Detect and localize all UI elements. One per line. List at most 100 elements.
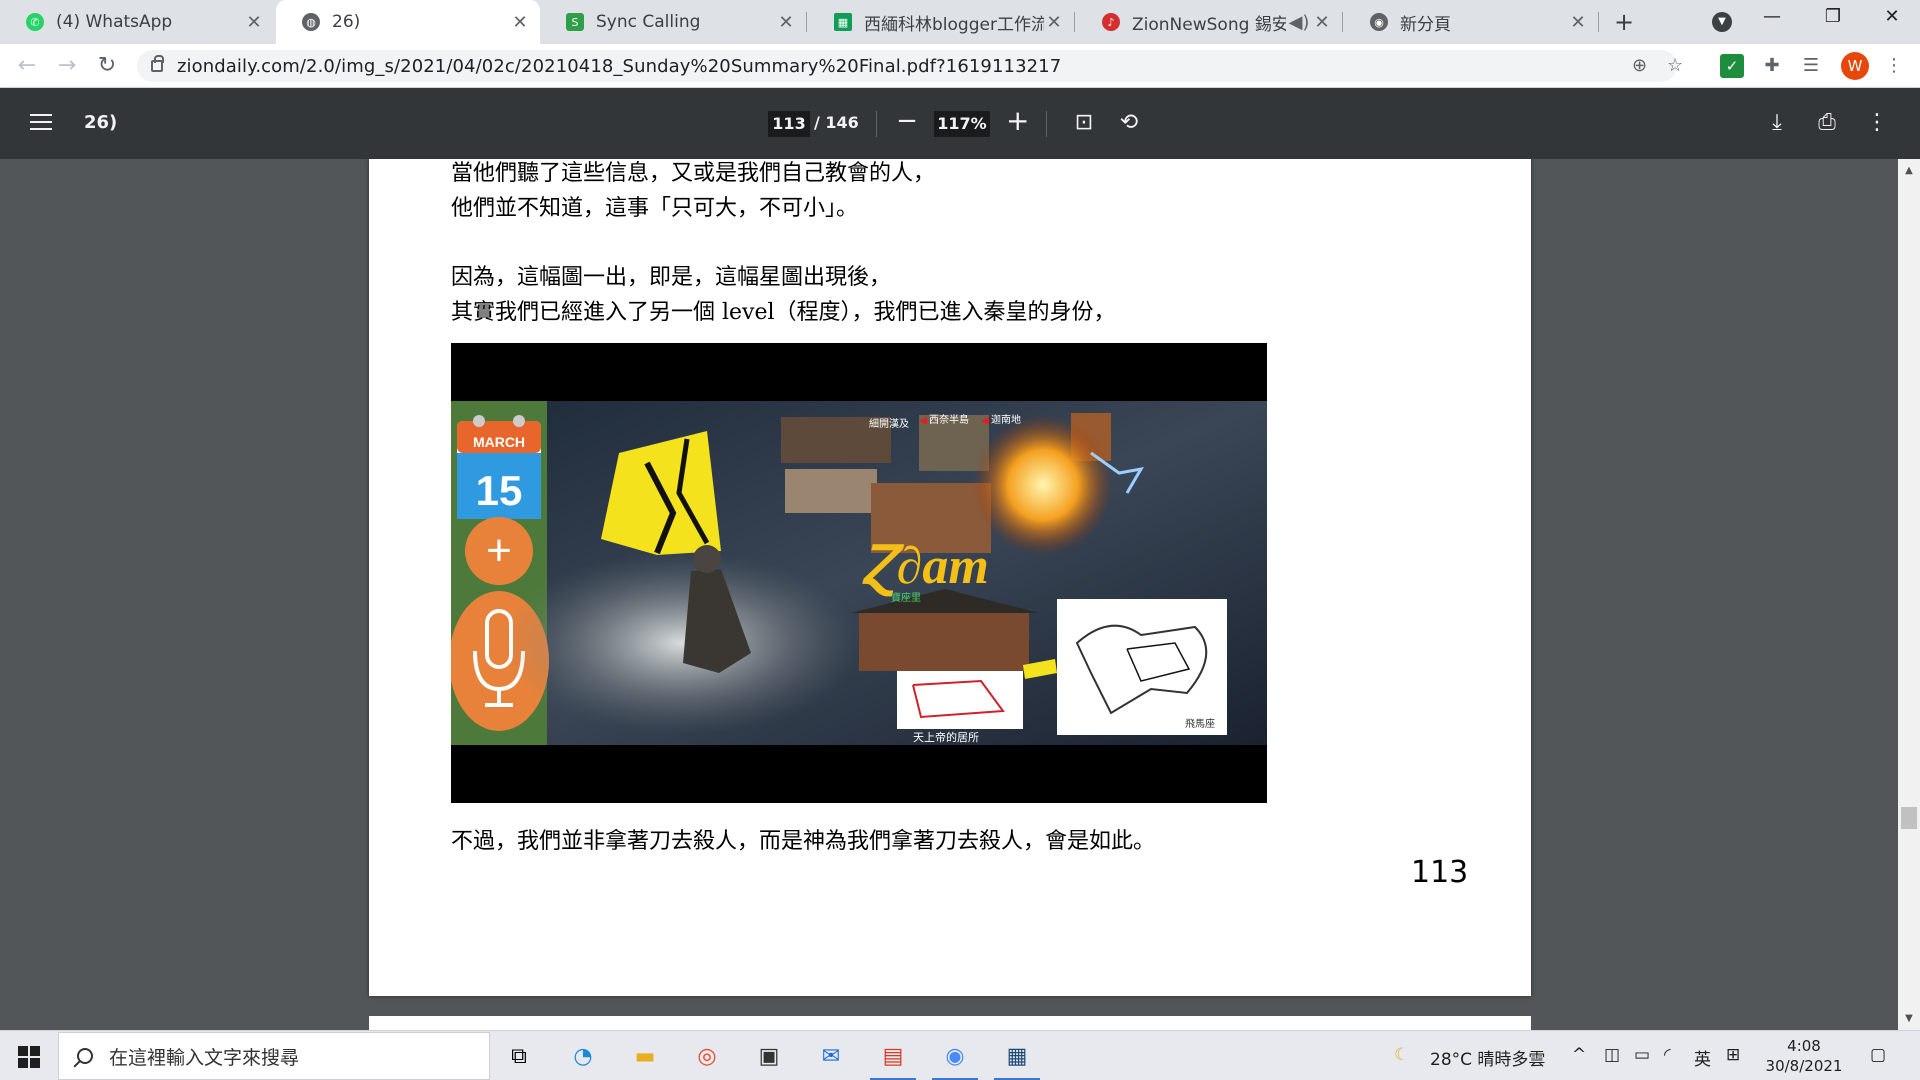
close-window-button[interactable]: ✕ bbox=[1872, 6, 1912, 27]
forward-button[interactable]: → bbox=[54, 53, 80, 79]
reload-button[interactable]: ↻ bbox=[94, 53, 120, 79]
page-number-input[interactable]: 113 bbox=[768, 111, 810, 137]
omnibox[interactable]: ziondaily.com/2.0/img_s/2021/04/02c/2021… bbox=[137, 50, 1683, 82]
zoom-in-button[interactable]: + bbox=[1006, 104, 1029, 137]
zoom-out-button[interactable]: − bbox=[896, 106, 918, 136]
clock-time: 4:08 bbox=[1787, 1037, 1821, 1055]
tab-zion-new-song[interactable]: ♪ ZionNewSong 錫安新 ◀) ✕ bbox=[1076, 0, 1342, 44]
back-button[interactable]: ← bbox=[14, 53, 40, 79]
store-icon[interactable]: ▣ bbox=[752, 1039, 786, 1073]
scroll-thumb[interactable] bbox=[1901, 807, 1917, 829]
tray-overflow-icon[interactable]: ^ bbox=[1572, 1045, 1586, 1065]
pdf-page: 當他們聽了這些信息，又或是我們自己教會的人， 他們並不知道，這事「只可大，不可小… bbox=[369, 159, 1531, 996]
document-title: 26) bbox=[84, 112, 118, 133]
ime-indicator[interactable]: 英 bbox=[1694, 1045, 1711, 1070]
fit-to-page-icon[interactable]: ⊡ bbox=[1071, 110, 1097, 135]
speaker-icon[interactable]: ◀) bbox=[1286, 12, 1312, 33]
menu-icon[interactable] bbox=[30, 114, 52, 132]
search-icon bbox=[77, 1048, 93, 1064]
reading-list-icon[interactable]: ☰ bbox=[1799, 54, 1823, 78]
paragraph-line: 當他們聽了這些信息，又或是我們自己教會的人， bbox=[451, 161, 936, 186]
more-options-icon[interactable]: ⋮ bbox=[1864, 110, 1890, 135]
search-placeholder: 在這裡輸入文字來搜尋 bbox=[109, 1046, 300, 1069]
zoom-level-input[interactable]: 117% bbox=[934, 111, 990, 137]
rotate-icon[interactable]: ⟲ bbox=[1116, 110, 1142, 135]
tab-search-icon[interactable]: ▼ bbox=[1712, 12, 1732, 32]
page-number-label: 113 bbox=[1411, 855, 1469, 890]
notification-icon[interactable]: ▢ bbox=[1870, 1045, 1886, 1065]
scroll-up-arrow[interactable]: ▲ bbox=[1898, 165, 1920, 176]
tab-label: 新分頁 bbox=[1400, 14, 1451, 35]
url-text[interactable]: ziondaily.com/2.0/img_s/2021/04/02c/2021… bbox=[177, 56, 1061, 77]
edge-icon[interactable]: ◔ bbox=[566, 1039, 600, 1073]
page-total: / 146 bbox=[814, 113, 859, 132]
paragraph-line: 其實我們已經進入了另一個 level（程度），我們已進入秦皇的身份， bbox=[451, 300, 1116, 325]
tab-strip: ✆ (4) WhatsApp ✕ ◍ 26) ✕ S Sync Calling … bbox=[0, 0, 1920, 44]
figure-label: 寶座里 bbox=[891, 591, 921, 604]
tab-sync-calling[interactable]: S Sync Calling ✕ bbox=[540, 0, 806, 44]
figure-label: 迦南地 bbox=[991, 413, 1021, 426]
chrome-menu-icon[interactable]: ⋮ bbox=[1882, 54, 1906, 78]
taskbar-clock[interactable]: 4:08 30/8/2021 bbox=[1762, 1036, 1846, 1076]
close-icon[interactable]: ✕ bbox=[1044, 12, 1064, 33]
toolbar-separator bbox=[876, 111, 877, 137]
calculator-icon[interactable]: ▦ bbox=[994, 1039, 1040, 1080]
figure-label: 天上帝的居所 bbox=[913, 730, 979, 744]
ime-mode-icon[interactable]: ⊞ bbox=[1726, 1045, 1740, 1065]
close-icon[interactable]: ✕ bbox=[244, 12, 264, 33]
tab-separator bbox=[1342, 12, 1343, 32]
print-icon[interactable]: ⎙ bbox=[1814, 110, 1840, 135]
minimize-button[interactable]: — bbox=[1752, 6, 1792, 27]
close-icon[interactable]: ✕ bbox=[1312, 12, 1332, 33]
close-icon[interactable]: ✕ bbox=[1568, 12, 1588, 33]
weather-text[interactable]: 28°C 晴時多雲 bbox=[1430, 1045, 1545, 1070]
wifi-icon[interactable]: ◜ bbox=[1664, 1045, 1671, 1065]
profile-avatar[interactable]: W bbox=[1841, 52, 1869, 80]
pdf-viewer[interactable]: 當他們聽了這些信息，又或是我們自己教會的人， 他們並不知道，這事「只可大，不可小… bbox=[0, 159, 1920, 1030]
meet-now-icon[interactable]: ◫ bbox=[1604, 1045, 1620, 1065]
svg-text:Ɀ∂ɑm: Ɀ∂ɑm bbox=[861, 538, 989, 597]
tab-label: ZionNewSong 錫安新 bbox=[1132, 14, 1286, 35]
tab-label: (4) WhatsApp bbox=[56, 12, 173, 32]
toolbar-separator bbox=[1046, 111, 1047, 137]
tab-label: Sync Calling bbox=[596, 12, 701, 32]
battery-icon[interactable]: ▭ bbox=[1634, 1045, 1650, 1065]
globe-icon: ◍ bbox=[302, 13, 320, 31]
tab-sheets[interactable]: ▦ 西緬科林blogger工作流程 ✕ bbox=[808, 0, 1074, 44]
weather-icon[interactable]: ☾ bbox=[1394, 1045, 1409, 1065]
bookmark-star-icon[interactable]: ☆ bbox=[1667, 55, 1683, 76]
tab-whatsapp[interactable]: ✆ (4) WhatsApp ✕ bbox=[0, 0, 274, 44]
taskbar-app-icon[interactable]: ▤ bbox=[870, 1039, 916, 1080]
lock-icon bbox=[151, 55, 164, 72]
restore-button[interactable]: ❐ bbox=[1813, 6, 1853, 27]
tab-separator bbox=[806, 12, 807, 32]
windows-start-icon[interactable] bbox=[18, 1046, 40, 1068]
paragraph-line: 不過，我們並非拿著刀去殺人，而是神為我們拿著刀去殺人，會是如此。 bbox=[451, 829, 1156, 854]
svg-text:+: + bbox=[486, 526, 512, 575]
scroll-down-arrow[interactable]: ▼ bbox=[1898, 1013, 1920, 1024]
star-map-collage: MARCH 15 + Ɀ∂ɑm 細開漢及 西奈半島 迦南地 寶座里 天上帝的居所… bbox=[451, 401, 1267, 745]
download-icon[interactable]: ⤓ bbox=[1764, 110, 1790, 135]
vertical-scrollbar[interactable]: ▲ ▼ bbox=[1898, 159, 1920, 1030]
extension-check-icon[interactable]: ✓ bbox=[1720, 54, 1744, 78]
chrome-icon: ◉ bbox=[1370, 13, 1388, 31]
mail-icon[interactable]: ✉ bbox=[814, 1039, 848, 1073]
chrome-taskbar-icon[interactable]: ◉ bbox=[932, 1039, 978, 1080]
file-explorer-icon[interactable]: ▬ bbox=[628, 1039, 662, 1073]
sheets-icon: ▦ bbox=[834, 13, 852, 31]
taskbar-search-box[interactable]: 在這裡輸入文字來搜尋 bbox=[58, 1032, 490, 1080]
paragraph-line: 他們並不知道，這事「只可大，不可小」。 bbox=[451, 196, 859, 221]
figure-label: 飛馬座 bbox=[1185, 717, 1215, 730]
app-circle-icon[interactable]: ◎ bbox=[690, 1039, 724, 1073]
new-tab-button[interactable]: + bbox=[1610, 8, 1638, 36]
figure-label: 細開漢及 bbox=[869, 417, 909, 430]
tab-pdf[interactable]: ◍ 26) ✕ bbox=[276, 0, 540, 44]
task-view-icon[interactable]: ⧉ bbox=[502, 1039, 536, 1073]
close-icon[interactable]: ✕ bbox=[510, 12, 530, 33]
close-icon[interactable]: ✕ bbox=[776, 12, 796, 33]
tab-new-tab[interactable]: ◉ 新分頁 ✕ bbox=[1344, 0, 1598, 44]
pdf-toolbar: 26) 113 / 146 − 117% + ⊡ ⟲ ⤓ ⎙ ⋮ bbox=[0, 88, 1920, 159]
next-pdf-page bbox=[369, 1016, 1531, 1030]
extensions-puzzle-icon[interactable]: ✚ bbox=[1760, 54, 1784, 78]
zoom-icon[interactable]: ⊕ bbox=[1632, 55, 1647, 76]
